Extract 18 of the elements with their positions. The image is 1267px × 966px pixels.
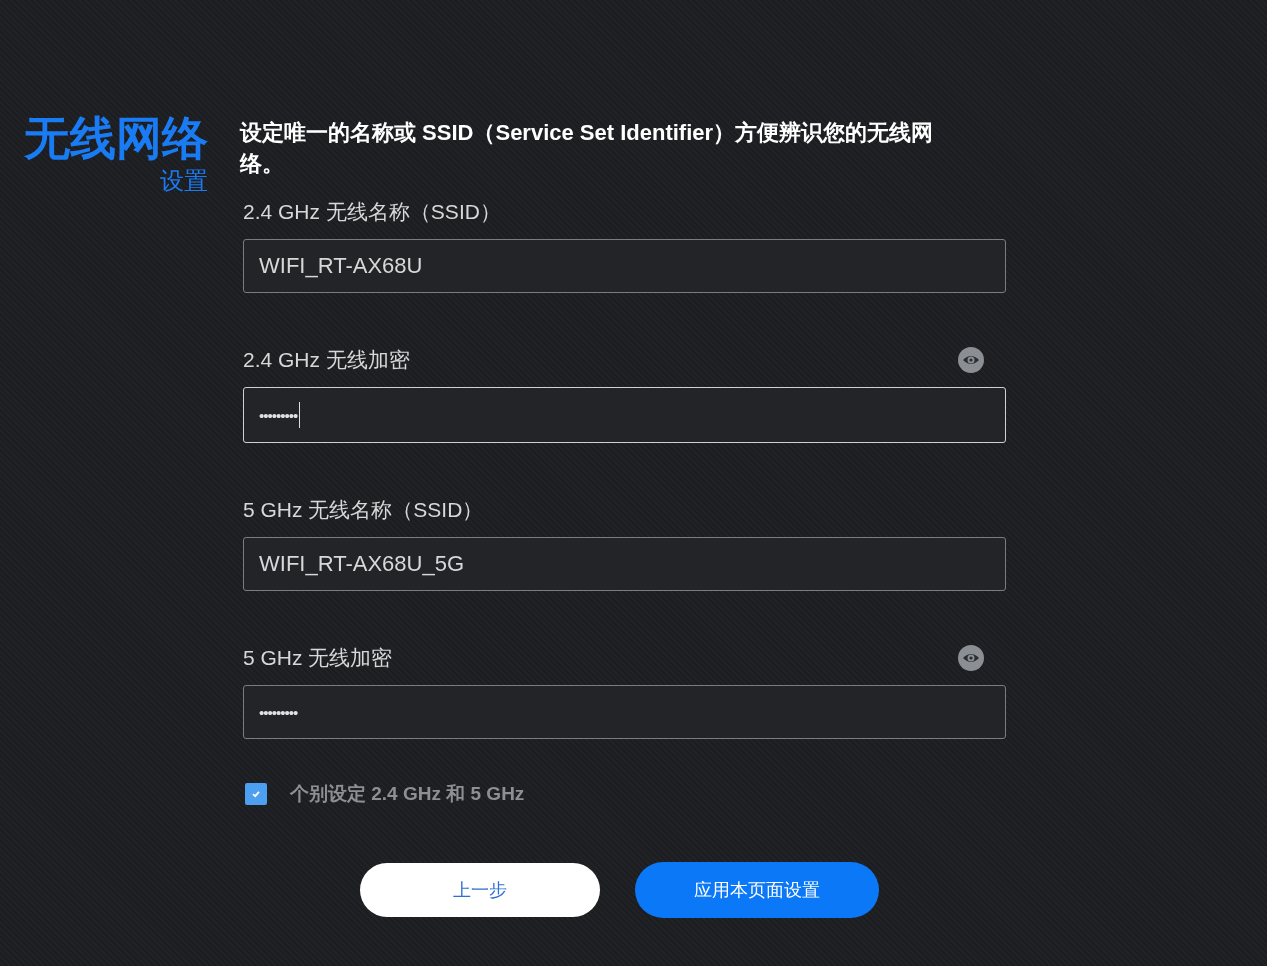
field-label: 2.4 GHz 无线加密 — [243, 347, 410, 373]
input-field[interactable]: ••••••••• — [243, 685, 1006, 739]
page-subtitle: 设置 — [160, 166, 208, 196]
checkbox-label: 个别设定 2.4 GHz 和 5 GHz — [290, 782, 525, 806]
show-password-icon[interactable] — [958, 645, 984, 671]
field-label: 5 GHz 无线加密 — [243, 645, 393, 671]
checkmark-icon — [251, 789, 261, 799]
input-field[interactable]: ••••••••• — [243, 387, 1006, 443]
input-field[interactable]: WIFI_RT-AX68U_5G — [243, 537, 1006, 591]
back-button[interactable]: 上一步 — [360, 863, 600, 917]
apply-button[interactable]: 应用本页面设置 — [635, 862, 879, 918]
description-text: 设定唯一的名称或 SSID（Service Set Identifier）方便辨识您的无线网络。 — [240, 119, 935, 178]
field-label: 5 GHz 无线名称（SSID） — [243, 497, 484, 523]
input-field[interactable]: WIFI_RT-AX68U — [243, 239, 1006, 293]
field-label: 2.4 GHz 无线名称（SSID） — [243, 199, 501, 225]
page-title: 无线网络 — [24, 111, 208, 166]
show-password-icon[interactable] — [958, 347, 984, 373]
checkbox[interactable] — [245, 783, 267, 805]
